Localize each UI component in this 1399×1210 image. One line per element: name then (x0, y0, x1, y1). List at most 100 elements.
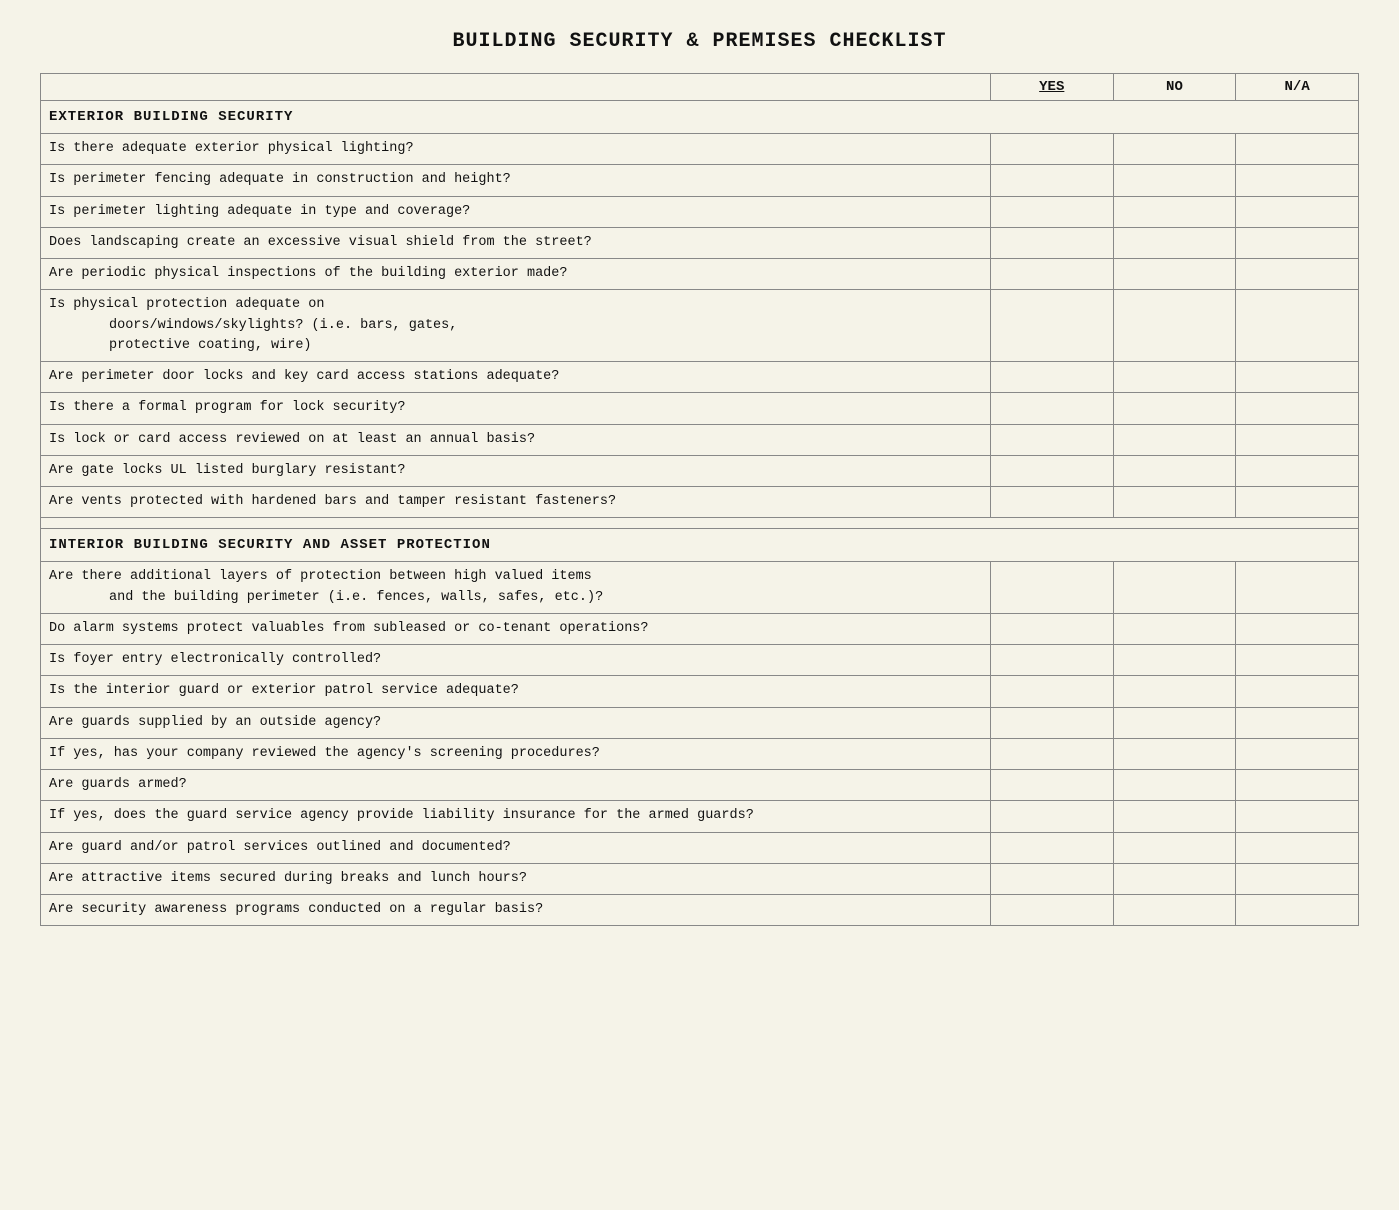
table-row: If yes, does the guard service agency pr… (41, 801, 1359, 832)
check-na-q12[interactable] (1236, 562, 1359, 614)
check-yes-q17[interactable] (990, 738, 1113, 769)
check-yes-q10[interactable] (990, 455, 1113, 486)
table-row: Are there additional layers of protectio… (41, 562, 1359, 614)
check-no-q9[interactable] (1113, 424, 1236, 455)
check-no-q1[interactable] (1113, 134, 1236, 165)
check-na-q21[interactable] (1236, 863, 1359, 894)
check-na-q7[interactable] (1236, 362, 1359, 393)
page-title: BUILDING SECURITY & PREMISES CHECKLIST (40, 30, 1359, 53)
check-no-q16[interactable] (1113, 707, 1236, 738)
check-no-q6[interactable] (1113, 290, 1236, 362)
check-no-q3[interactable] (1113, 196, 1236, 227)
table-row: Is there adequate exterior physical ligh… (41, 134, 1359, 165)
question-q3: Is perimeter lighting adequate in type a… (41, 196, 991, 227)
check-no-q4[interactable] (1113, 227, 1236, 258)
question-q4: Does landscaping create an excessive vis… (41, 227, 991, 258)
check-yes-q3[interactable] (990, 196, 1113, 227)
check-na-q6[interactable] (1236, 290, 1359, 362)
check-yes-q9[interactable] (990, 424, 1113, 455)
check-no-q10[interactable] (1113, 455, 1236, 486)
table-row: Are attractive items secured during brea… (41, 863, 1359, 894)
check-yes-q16[interactable] (990, 707, 1113, 738)
question-q21: Are attractive items secured during brea… (41, 863, 991, 894)
check-no-q14[interactable] (1113, 645, 1236, 676)
section-header-interior: INTERIOR BUILDING SECURITY AND ASSET PRO… (41, 529, 1359, 562)
question-q8: Is there a formal program for lock secur… (41, 393, 991, 424)
question-q12: Are there additional layers of protectio… (41, 562, 991, 614)
question-q14: Is foyer entry electronically controlled… (41, 645, 991, 676)
check-no-q12[interactable] (1113, 562, 1236, 614)
check-yes-q14[interactable] (990, 645, 1113, 676)
check-na-q2[interactable] (1236, 165, 1359, 196)
check-no-q20[interactable] (1113, 832, 1236, 863)
check-yes-q22[interactable] (990, 895, 1113, 926)
check-yes-q4[interactable] (990, 227, 1113, 258)
check-no-q18[interactable] (1113, 770, 1236, 801)
question-q20: Are guard and/or patrol services outline… (41, 832, 991, 863)
question-q22: Are security awareness programs conducte… (41, 895, 991, 926)
table-row: Are guards armed? (41, 770, 1359, 801)
check-yes-q13[interactable] (990, 613, 1113, 644)
spacer-row (41, 518, 1359, 529)
question-q17: If yes, has your company reviewed the ag… (41, 738, 991, 769)
question-q5: Are periodic physical inspections of the… (41, 259, 991, 290)
header-na: N/A (1236, 74, 1359, 101)
check-na-q9[interactable] (1236, 424, 1359, 455)
check-no-q22[interactable] (1113, 895, 1236, 926)
question-q1: Is there adequate exterior physical ligh… (41, 134, 991, 165)
check-yes-q7[interactable] (990, 362, 1113, 393)
table-row: Do alarm systems protect valuables from … (41, 613, 1359, 644)
check-no-q8[interactable] (1113, 393, 1236, 424)
check-na-q22[interactable] (1236, 895, 1359, 926)
check-no-q19[interactable] (1113, 801, 1236, 832)
question-q2: Is perimeter fencing adequate in constru… (41, 165, 991, 196)
check-yes-q5[interactable] (990, 259, 1113, 290)
check-no-q15[interactable] (1113, 676, 1236, 707)
check-na-q14[interactable] (1236, 645, 1359, 676)
check-yes-q1[interactable] (990, 134, 1113, 165)
check-yes-q21[interactable] (990, 863, 1113, 894)
question-q18: Are guards armed? (41, 770, 991, 801)
table-row: Is lock or card access reviewed on at le… (41, 424, 1359, 455)
check-na-q10[interactable] (1236, 455, 1359, 486)
check-na-q4[interactable] (1236, 227, 1359, 258)
check-na-q15[interactable] (1236, 676, 1359, 707)
question-q13: Do alarm systems protect valuables from … (41, 613, 991, 644)
header-no: NO (1113, 74, 1236, 101)
table-row: Is perimeter fencing adequate in constru… (41, 165, 1359, 196)
section-header-exterior: EXTERIOR BUILDING SECURITY (41, 101, 1359, 134)
check-no-q5[interactable] (1113, 259, 1236, 290)
check-na-q5[interactable] (1236, 259, 1359, 290)
check-yes-q20[interactable] (990, 832, 1113, 863)
check-no-q21[interactable] (1113, 863, 1236, 894)
table-row: Is perimeter lighting adequate in type a… (41, 196, 1359, 227)
table-row: Is physical protection adequate ondoors/… (41, 290, 1359, 362)
question-q16: Are guards supplied by an outside agency… (41, 707, 991, 738)
check-yes-q11[interactable] (990, 487, 1113, 518)
check-na-q17[interactable] (1236, 738, 1359, 769)
check-na-q20[interactable] (1236, 832, 1359, 863)
check-na-q13[interactable] (1236, 613, 1359, 644)
check-yes-q19[interactable] (990, 801, 1113, 832)
check-na-q3[interactable] (1236, 196, 1359, 227)
check-yes-q8[interactable] (990, 393, 1113, 424)
question-q11: Are vents protected with hardened bars a… (41, 487, 991, 518)
check-no-q7[interactable] (1113, 362, 1236, 393)
check-na-q1[interactable] (1236, 134, 1359, 165)
check-yes-q12[interactable] (990, 562, 1113, 614)
check-na-q18[interactable] (1236, 770, 1359, 801)
check-na-q19[interactable] (1236, 801, 1359, 832)
check-yes-q2[interactable] (990, 165, 1113, 196)
check-no-q17[interactable] (1113, 738, 1236, 769)
check-na-q16[interactable] (1236, 707, 1359, 738)
check-no-q11[interactable] (1113, 487, 1236, 518)
check-no-q13[interactable] (1113, 613, 1236, 644)
check-yes-q6[interactable] (990, 290, 1113, 362)
check-yes-q15[interactable] (990, 676, 1113, 707)
check-no-q2[interactable] (1113, 165, 1236, 196)
question-q6: Is physical protection adequate ondoors/… (41, 290, 991, 362)
check-na-q8[interactable] (1236, 393, 1359, 424)
check-yes-q18[interactable] (990, 770, 1113, 801)
check-na-q11[interactable] (1236, 487, 1359, 518)
table-row: Is the interior guard or exterior patrol… (41, 676, 1359, 707)
